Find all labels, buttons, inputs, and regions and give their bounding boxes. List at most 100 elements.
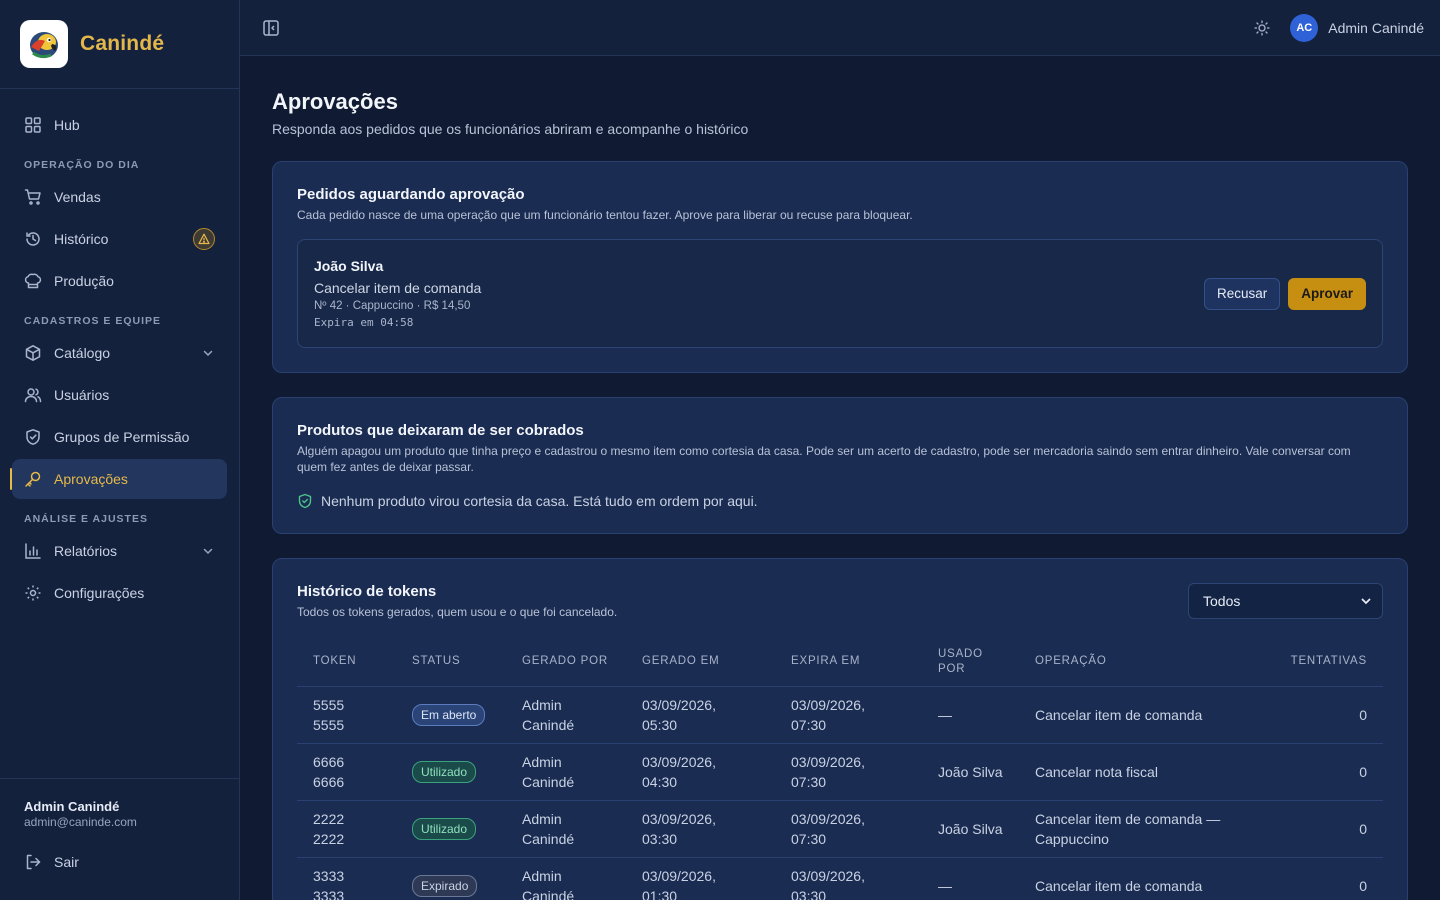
cart-icon — [24, 188, 42, 206]
table-row[interactable]: 5555 5555 Em aberto Admin Canindé 03/09/… — [297, 686, 1383, 744]
sidebar-item-label: Catálogo — [54, 345, 111, 361]
col-token: TOKEN — [297, 638, 396, 687]
courtesy-subtitle: Alguém apagou um produto que tinha preço… — [297, 444, 1351, 474]
cell-tentativas: 0 — [1245, 800, 1383, 858]
request-actions: Recusar Aprovar — [1203, 277, 1366, 310]
footer-user-name: Admin Canindé — [24, 799, 120, 814]
request-employee: João Silva — [314, 258, 384, 274]
sidebar-item-usuarios[interactable]: Usuários — [12, 375, 227, 415]
chevron-down-icon — [201, 544, 215, 558]
filter-value: Todos — [1203, 593, 1241, 609]
courtesy-title: Produtos que deixaram de ser cobrados — [297, 422, 584, 439]
gear-icon — [24, 584, 42, 602]
history-subtitle: Todos os tokens gerados, quem usou e o q… — [297, 605, 618, 619]
col-gerado-por: GERADO POR — [506, 638, 626, 687]
cell-status: Em aberto — [396, 686, 506, 744]
sidebar-item-relatorios[interactable]: Relatórios — [12, 531, 227, 571]
grid-icon — [24, 116, 42, 134]
pending-requests-card: Pedidos aguardando aprovação Cada pedido… — [272, 161, 1408, 373]
sidebar-item-label: Hub — [54, 117, 80, 133]
cell-expira-em: 03/09/2026, 03:30 — [775, 857, 922, 900]
col-expira-em: EXPIRA EM — [775, 638, 922, 687]
col-operacao: OPERAÇÃO — [1019, 638, 1245, 687]
footer-user-email: admin@caninde.com — [24, 815, 137, 829]
page-title: Aprovações — [272, 89, 398, 114]
request-detail: Nº 42 · Cappuccino · R$ 14,50 — [314, 300, 471, 312]
brand[interactable]: Canindé — [0, 0, 239, 89]
sidebar-item-vendas[interactable]: Vendas — [12, 177, 227, 217]
sidebar-item-hub[interactable]: Hub — [12, 105, 227, 145]
cell-expira-em: 03/09/2026, 07:30 — [775, 800, 922, 858]
history-filter-select[interactable]: Todos — [1188, 583, 1383, 619]
cell-status: Utilizado — [396, 800, 506, 858]
cell-operacao: Cancelar nota fiscal — [1019, 743, 1245, 801]
cell-token: 2222 2222 — [297, 800, 396, 858]
bar-chart-icon — [24, 542, 42, 560]
token-history-card: Histórico de tokens Todos os tokens gera… — [272, 558, 1408, 900]
section-cadastros: CADASTROS E EQUIPE — [24, 315, 162, 327]
topbar: AC Admin Canindé — [240, 0, 1440, 56]
key-icon — [24, 470, 42, 488]
table-row[interactable]: 3333 3333 Expirado Admin Canindé 03/09/2… — [297, 857, 1383, 900]
sidebar-item-label: Aprovações — [54, 471, 128, 487]
courtesy-empty-text: Nenhum produto virou cortesia da casa. E… — [321, 493, 758, 509]
request-item: João Silva Cancelar item de comanda Nº 4… — [297, 239, 1383, 348]
cell-token: 6666 6666 — [297, 743, 396, 801]
status-badge: Utilizado — [412, 760, 477, 783]
sidebar-item-label: Relatórios — [54, 543, 118, 559]
sidebar-item-label: Grupos de Permissão — [54, 429, 190, 445]
sidebar-item-label: Usuários — [54, 387, 110, 403]
history-title: Histórico de tokens — [297, 583, 437, 600]
table-row[interactable]: 6666 6666 Utilizado Admin Canindé 03/09/… — [297, 743, 1383, 801]
sidebar-item-grupos[interactable]: Grupos de Permissão — [12, 417, 227, 457]
section-analise: ANÁLISE E AJUSTES — [24, 513, 148, 525]
token-table: TOKEN STATUS GERADO POR GERADO EM EXPIRA… — [297, 638, 1383, 900]
topbar-user-name[interactable]: Admin Canindé — [1328, 20, 1424, 36]
avatar[interactable]: AC — [1290, 13, 1319, 42]
cell-usado-por: — — [922, 686, 1019, 744]
cell-gerado-por: Admin Canindé — [506, 743, 626, 801]
warning-icon — [193, 228, 215, 250]
status-badge: Utilizado — [412, 817, 477, 840]
cell-token: 5555 5555 — [297, 686, 396, 744]
col-tentativas: TENTATIVAS — [1245, 638, 1383, 687]
col-gerado-em: GERADO EM — [626, 638, 775, 687]
sidebar-item-historico[interactable]: Histórico — [12, 219, 227, 259]
pending-subtitle: Cada pedido nasce de uma operação que um… — [297, 208, 913, 222]
cell-token: 3333 3333 — [297, 857, 396, 900]
cell-tentativas: 0 — [1245, 743, 1383, 801]
cell-tentativas: 0 — [1245, 857, 1383, 900]
cell-operacao: Cancelar item de comanda — [1019, 857, 1245, 900]
box-icon — [24, 344, 42, 362]
sidebar-item-label: Histórico — [54, 231, 109, 247]
request-expiration: Expira em 04:58 — [314, 316, 414, 329]
logout-button[interactable]: Sair — [24, 853, 215, 871]
approve-button[interactable]: Aprovar — [1288, 277, 1366, 310]
logout-label: Sair — [54, 854, 79, 870]
sidebar-item-configuracoes[interactable]: Configurações — [12, 573, 227, 613]
brand-logo — [20, 20, 68, 68]
sidebar-item-aprovacoes[interactable]: Aprovações — [10, 459, 227, 499]
col-status: STATUS — [396, 638, 506, 687]
sidebar-nav: Hub OPERAÇÃO DO DIA Vendas Histórico Pro… — [0, 89, 239, 613]
cell-gerado-em: 03/09/2026, 01:30 — [626, 857, 775, 900]
courtesy-card: Produtos que deixaram de ser cobrados Al… — [272, 397, 1408, 534]
sidebar-footer: Admin Canindé admin@caninde.com Sair — [0, 778, 239, 900]
table-row[interactable]: 2222 2222 Utilizado Admin Canindé 03/09/… — [297, 800, 1383, 858]
logout-icon — [24, 853, 42, 871]
status-badge: Em aberto — [412, 703, 486, 726]
sun-icon[interactable] — [1254, 19, 1270, 36]
sidebar-item-producao[interactable]: Produção — [12, 261, 227, 301]
cell-usado-por: João Silva — [922, 743, 1019, 801]
sidebar: Canindé Hub OPERAÇÃO DO DIA Vendas Histó… — [0, 0, 240, 900]
sidebar-toggle-icon[interactable] — [262, 19, 280, 37]
request-operation: Cancelar item de comanda — [314, 280, 482, 296]
sidebar-item-catalogo[interactable]: Catálogo — [12, 333, 227, 373]
reject-button[interactable]: Recusar — [1203, 277, 1281, 310]
cell-tentativas: 0 — [1245, 686, 1383, 744]
chef-hat-icon — [24, 272, 42, 290]
history-icon — [24, 230, 42, 248]
cell-gerado-por: Admin Canindé — [506, 686, 626, 744]
pending-title: Pedidos aguardando aprovação — [297, 186, 525, 203]
shield-icon — [24, 428, 42, 446]
